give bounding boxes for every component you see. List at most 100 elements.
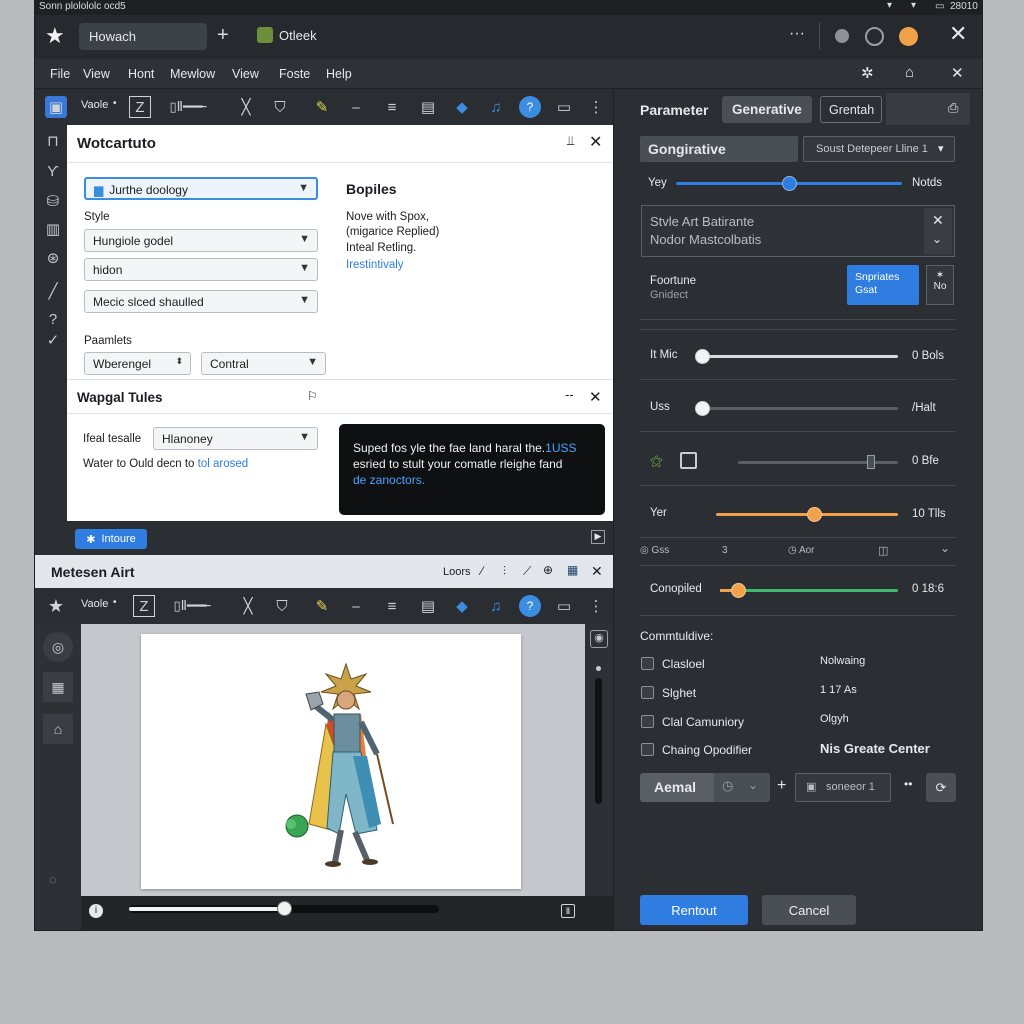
- settings-circle-icon[interactable]: [865, 27, 884, 46]
- profile-icon[interactable]: ⊕: [543, 563, 553, 577]
- chevron-down-icon[interactable]: ⌄: [940, 541, 950, 555]
- cross-tool-icon[interactable]: ╳: [235, 96, 257, 118]
- param-select-2[interactable]: Contral ▼: [201, 352, 326, 375]
- tab-parameter[interactable]: Parameter: [640, 102, 709, 118]
- slider-0-track[interactable]: [702, 355, 898, 358]
- vertical-scrollbar[interactable]: [595, 678, 602, 804]
- frame-tool-icon[interactable]: ▣: [45, 96, 67, 118]
- pencil-tool-icon[interactable]: ✎: [311, 96, 333, 118]
- link-icon[interactable]: ••: [904, 777, 912, 791]
- field-select[interactable]: Hlanoney ▼: [153, 427, 318, 450]
- text-tool-icon[interactable]: Z: [133, 595, 155, 617]
- prompt-textarea[interactable]: Stvle Art Batirante Nodor Mastcolbatis ✕…: [641, 205, 955, 257]
- checklist-checkbox[interactable]: [641, 686, 654, 699]
- menu-hont[interactable]: Hont: [128, 67, 154, 81]
- help-tool-icon[interactable]: ?: [519, 595, 541, 617]
- action-select[interactable]: Aemal ◷ ⌄: [640, 773, 770, 802]
- menu-file[interactable]: File: [50, 67, 70, 81]
- slider-1-knob[interactable]: [695, 401, 710, 416]
- swatch-icon[interactable]: ◎: [43, 632, 73, 662]
- help-tool-icon[interactable]: ?: [519, 96, 541, 118]
- image-tool-icon[interactable]: ▭: [553, 595, 575, 617]
- music-tool-icon[interactable]: ♫: [485, 595, 507, 617]
- align-tool-icon[interactable]: ≡: [381, 595, 403, 617]
- menu-view-2[interactable]: View: [232, 67, 259, 81]
- bell-icon[interactable]: ⌂: [905, 64, 914, 81]
- close-menu-icon[interactable]: ✕: [951, 64, 964, 82]
- brush-icon[interactable]: ╱: [41, 280, 65, 302]
- align-tool-icon[interactable]: ≡: [381, 96, 403, 118]
- preset-select[interactable]: ▆ Jurthe doology ▼: [84, 177, 318, 200]
- more-icon[interactable]: ···: [789, 25, 805, 43]
- export-icon[interactable]: ⌂: [43, 714, 73, 744]
- clear-prompt-icon[interactable]: ✕: [932, 212, 944, 229]
- timeline-knob[interactable]: [277, 901, 292, 916]
- toolbar-more-icon[interactable]: ⋮: [585, 96, 607, 118]
- pin-icon[interactable]: Ƴ: [41, 160, 65, 182]
- slider-yey-knob[interactable]: [782, 176, 797, 191]
- database-icon[interactable]: ⛁: [41, 190, 65, 212]
- stack-icon[interactable]: ▦: [567, 563, 578, 577]
- slider-2-handle[interactable]: [866, 455, 875, 469]
- bucket-tool-icon[interactable]: ⛉: [271, 595, 293, 617]
- close-window-icon[interactable]: ✕: [949, 21, 967, 47]
- fish-tool-icon[interactable]: ◆: [451, 595, 473, 617]
- info-link[interactable]: Irestintivaly: [346, 259, 404, 271]
- menu-help[interactable]: Help: [326, 67, 352, 81]
- pencil-tool-icon[interactable]: ✎: [311, 595, 333, 617]
- minimize-dialog-icon[interactable]: --: [565, 387, 574, 402]
- star-logo-icon[interactable]: ★: [45, 23, 65, 49]
- menu-mewlow[interactable]: Mewlow: [170, 67, 215, 81]
- text-tool-icon[interactable]: Z: [129, 96, 151, 118]
- timeline-end-icon[interactable]: Ⅱ: [561, 904, 575, 918]
- user-avatar-icon[interactable]: [899, 27, 918, 46]
- help-link[interactable]: tol arosed: [198, 458, 249, 470]
- completed-knob[interactable]: [730, 583, 746, 598]
- timeline-track[interactable]: [129, 901, 439, 916]
- close-tools-dialog-icon[interactable]: ✕: [589, 388, 602, 406]
- style-select-1[interactable]: Hungiole godel ▼: [84, 229, 318, 252]
- tooltip-link[interactable]: de zanoctors.: [353, 473, 425, 487]
- feature-button[interactable]: Snpriates Gsat: [847, 265, 919, 305]
- layers-icon[interactable]: ⊓: [41, 130, 65, 152]
- cancel-button[interactable]: Cancel: [762, 895, 856, 925]
- check-icon[interactable]: ✓: [41, 329, 65, 351]
- play-icon[interactable]: [835, 29, 849, 43]
- slider-2-toggle-icon[interactable]: [680, 452, 697, 469]
- style-select-3[interactable]: Mecic slced shaulled ▼: [84, 290, 318, 313]
- close-preview-icon[interactable]: ✕: [591, 563, 603, 580]
- slider-3-knob[interactable]: [807, 507, 823, 522]
- checklist-checkbox[interactable]: [641, 743, 654, 756]
- music-tool-icon[interactable]: ♫: [485, 96, 507, 118]
- style-select-2[interactable]: hidon ▼: [84, 258, 318, 281]
- slider-0-knob[interactable]: [695, 349, 710, 364]
- tab-grentah[interactable]: Grentah: [820, 96, 882, 123]
- fit-view-icon[interactable]: ◉: [590, 630, 608, 648]
- tab-active[interactable]: Howach: [79, 23, 207, 50]
- close-dialog-icon[interactable]: ✕: [589, 132, 602, 152]
- line-tool-icon[interactable]: ⎯: [345, 96, 367, 118]
- menu-foste[interactable]: Foste: [279, 67, 310, 81]
- new-tab-icon[interactable]: +: [217, 24, 229, 47]
- add-icon[interactable]: +: [777, 777, 786, 795]
- flag-icon[interactable]: ⚐: [307, 389, 318, 403]
- toolbar-more-icon[interactable]: ⋮: [585, 595, 607, 617]
- primary-button[interactable]: Rentout: [640, 895, 748, 925]
- feature-side-button[interactable]: ✶ No: [926, 265, 954, 305]
- play-preview-icon[interactable]: ▶: [591, 530, 605, 544]
- param-select-1[interactable]: Wberengel ⬍: [84, 352, 191, 375]
- layout-tool-icon[interactable]: ▤: [417, 96, 439, 118]
- timeline-info-icon[interactable]: i: [89, 904, 103, 918]
- counter-field[interactable]: ▣ soneeor 1: [795, 773, 891, 802]
- checklist-checkbox[interactable]: [641, 657, 654, 670]
- bucket-tool-icon[interactable]: ⛉: [269, 96, 291, 118]
- section-select[interactable]: Soust Detepeer Lline 1 ▾: [803, 136, 955, 162]
- pin-dialog-icon[interactable]: ⫫: [567, 133, 574, 149]
- star-tool-icon[interactable]: ★: [45, 595, 67, 617]
- cross-tool-icon[interactable]: ╳: [237, 595, 259, 617]
- grid-icon[interactable]: ▦: [43, 672, 73, 702]
- ruler-tool-icon[interactable]: ▯Ⅱ━━╾: [161, 96, 215, 118]
- wrench-icon[interactable]: ⟋: [523, 564, 531, 579]
- pen-icon[interactable]: ⁄: [481, 564, 483, 578]
- canvas-page[interactable]: [141, 634, 521, 889]
